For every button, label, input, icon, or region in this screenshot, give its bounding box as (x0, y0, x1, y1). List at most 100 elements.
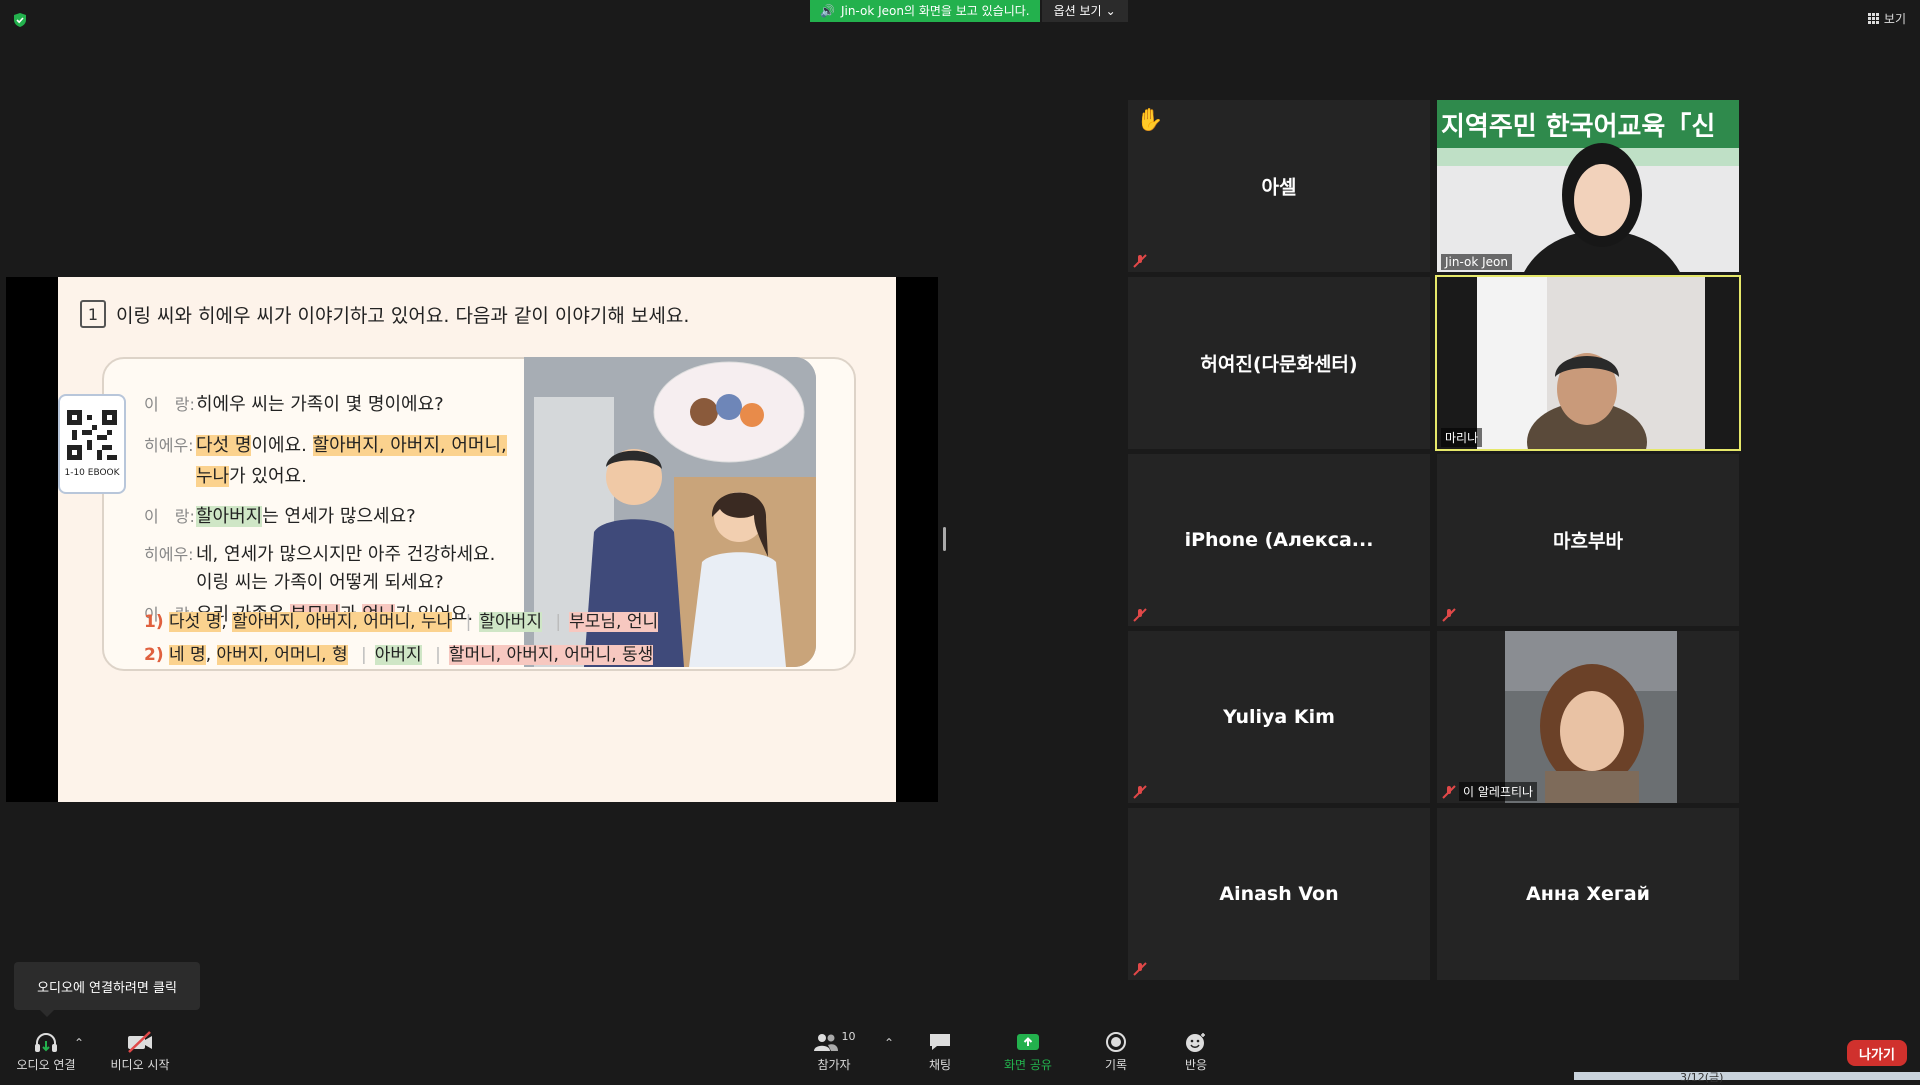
participant-name: iPhone (Алекса... (1184, 529, 1374, 551)
dialog-text: 는 연세가 많으세요? (262, 506, 416, 527)
highlight-text: 다섯 명 (169, 612, 222, 632)
split-divider-handle[interactable] (943, 527, 946, 551)
participant-tile[interactable]: 마흐부바 (1437, 454, 1739, 626)
question-number: 1 (80, 300, 106, 328)
audio-connect-button[interactable]: 오디오 연결 (14, 1030, 78, 1073)
qr-code-card: 1-10 EBOOK (58, 394, 126, 494)
highlight-text: 다섯 명 (196, 435, 252, 456)
video-feed (1437, 631, 1739, 803)
mic-muted-icon (1442, 608, 1456, 622)
participant-name: 이 알레프티나 (1459, 782, 1538, 801)
dialog-line: 이 랑:히에우 씨는 가족이 몇 명이에요? (144, 393, 444, 417)
highlight-text: 할머니, 아버지, 어머니, 동생 (448, 645, 654, 665)
highlight-text: 네 명 (169, 645, 206, 665)
headphones-icon (35, 1033, 57, 1052)
participant-name: Jin-ok Jeon (1441, 254, 1513, 270)
highlight-text: 할아버지 (196, 506, 263, 527)
participants-label: 참가자 (817, 1058, 851, 1072)
start-video-button[interactable]: 비디오 시작 (104, 1030, 176, 1073)
dialog-text: 이에요. (251, 435, 313, 456)
shared-screen[interactable]: 1 이링 씨와 히에우 씨가 이야기하고 있어요. 다음과 같이 이야기해 보세… (6, 277, 938, 802)
mic-muted-icon (1133, 608, 1147, 622)
share-status-text: Jin-ok Jeon의 화면을 보고 있습니다. (840, 4, 1030, 18)
qr-label: 1-10 EBOOK (64, 468, 120, 478)
record-button[interactable]: 기록 (1090, 1030, 1142, 1073)
highlight-text: 아버지, 어머니, 형 (216, 645, 348, 665)
screen-share-banner: 🔊 Jin-ok Jeon의 화면을 보고 있습니다. 옵션 보기 ⌄ (810, 0, 1128, 22)
example-number: 2) (144, 645, 164, 665)
os-taskbar-strip (1574, 1072, 1920, 1080)
highlight-text: 누나 (196, 466, 230, 487)
participant-tile-video[interactable]: 이 알레프티나 (1437, 631, 1739, 803)
chat-label: 채팅 (928, 1058, 952, 1072)
share-screen-icon (1017, 1034, 1039, 1050)
mic-muted-icon (1133, 785, 1147, 799)
audio-options-caret-icon[interactable]: ⌃ (74, 1036, 84, 1050)
chat-button[interactable]: 채팅 (914, 1030, 966, 1073)
example-row: 2) 네 명, 아버지, 어머니, 형 | 아버지 | 할머니, 아버지, 어머니,… (144, 645, 654, 665)
example-text: , (205, 645, 217, 665)
leave-button[interactable]: 나가기 (1847, 1040, 1907, 1066)
participant-name: Анна Хегай (1526, 883, 1650, 905)
taskbar-date: 3/12(금) (1680, 1071, 1724, 1084)
textbook-slide: 1 이링 씨와 히에우 씨가 이야기하고 있어요. 다음과 같이 이야기해 보세… (58, 277, 896, 802)
chat-icon (930, 1034, 950, 1050)
dialog-text: 이링 씨는 가족이 어떻게 되세요? (196, 572, 444, 593)
participants-caret-icon[interactable]: ⌃ (884, 1036, 894, 1050)
participants-icon (813, 1034, 838, 1051)
highlight-text: 할아버지 (479, 612, 542, 632)
highlight-text: 부모님, 언니 (569, 612, 659, 632)
example-row: 1) 다섯 명, 할아버지, 아버지, 어머니, 누나 | 할아버지 | 부모님, … (144, 612, 659, 632)
participant-name: Ainash Von (1219, 883, 1339, 905)
participant-name: 허여진(다문화센터) (1200, 353, 1358, 376)
speaker-label: 히에우: (144, 436, 194, 455)
speaker-icon: 🔊 (820, 4, 835, 18)
participant-tile-active-speaker[interactable]: 마리나 (1435, 275, 1741, 451)
reactions-button[interactable]: 반응 (1170, 1030, 1222, 1073)
dialog-text: 히에우 씨는 가족이 몇 명이에요? (196, 394, 444, 415)
mic-muted-icon (1442, 785, 1456, 799)
participant-name: 아셀 (1261, 176, 1297, 199)
qr-code-icon (67, 410, 117, 460)
highlight-text: 할아버지, 아버지, 어머니, 누나 (232, 612, 453, 632)
example-number: 1) (144, 612, 164, 632)
participant-tile[interactable]: Ainash Von (1128, 808, 1430, 980)
share-label: 화면 공유 (1004, 1058, 1052, 1072)
participants-button[interactable]: 10 참가자 (806, 1030, 862, 1073)
dialog-line: 이 랑:할아버지는 연세가 많으세요? (144, 505, 416, 529)
dialog-line: 히에우: 다섯 명이에요. 할아버지, 아버지, 어머니, (144, 434, 507, 458)
participant-tile-video[interactable]: 지역주민 한국어교육「신 Jin-ok Jeon (1437, 100, 1739, 272)
participant-tile[interactable]: Анна Хегай (1437, 808, 1739, 980)
dialog-line: 누나가 있어요. (196, 465, 307, 489)
example-text: , (221, 612, 233, 632)
dialog-text: 네, 연세가 많으시지만 아주 건강하세요. (196, 544, 496, 565)
mic-muted-icon (1133, 254, 1147, 268)
participant-tile[interactable]: 허여진(다문화센터) (1128, 277, 1430, 449)
participants-count: 10 (841, 1030, 856, 1043)
audio-label: 오디오 연결 (16, 1058, 76, 1072)
gallery-view-button[interactable]: 보기 (1867, 10, 1906, 27)
security-shield-icon[interactable] (12, 12, 28, 28)
raised-hand-icon: ✋ (1136, 108, 1164, 133)
participant-name: Yuliya Kim (1223, 706, 1335, 728)
tooltip-arrow (40, 1010, 54, 1017)
participant-tile[interactable]: ✋ 아셀 (1128, 100, 1430, 272)
speaker-label: 이 랑: (144, 507, 195, 526)
audio-tooltip: 오디오에 연결하려면 클릭 (14, 962, 200, 1010)
dialog-line: 이링 씨는 가족이 어떻게 되세요? (196, 571, 444, 595)
participant-tile[interactable]: Yuliya Kim (1128, 631, 1430, 803)
mic-muted-icon (1133, 962, 1147, 976)
participant-name: 마리나 (1441, 428, 1483, 447)
view-label: 보기 (1883, 12, 1906, 26)
view-options-button[interactable]: 옵션 보기 ⌄ (1041, 0, 1128, 22)
highlight-text: 아버지 (374, 645, 422, 665)
video-banner-text: 지역주민 한국어교육「신 (1441, 112, 1716, 142)
video-feed (1437, 277, 1739, 449)
dialog-line: 히에우: 네, 연세가 많으시지만 아주 건강하세요. (144, 543, 495, 567)
view-options-label: 옵션 보기 (1053, 4, 1102, 18)
participant-tile[interactable]: iPhone (Алекса... (1128, 454, 1430, 626)
emoji-reaction-icon (1186, 1033, 1205, 1052)
video-off-icon (128, 1031, 152, 1053)
grid-icon (1867, 13, 1879, 24)
share-screen-button[interactable]: 화면 공유 (996, 1030, 1060, 1073)
